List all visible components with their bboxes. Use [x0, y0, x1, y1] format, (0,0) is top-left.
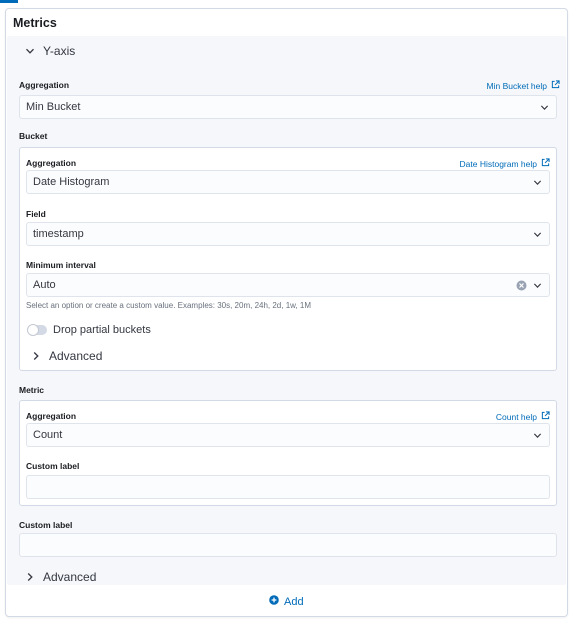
chevron-down-icon: [532, 229, 543, 240]
plus-in-circle-icon: [269, 595, 279, 608]
bucket-advanced-label: Advanced: [49, 349, 103, 363]
y-axis-toggle[interactable]: Y-axis: [23, 44, 75, 58]
metric-title: Metric: [19, 385, 45, 395]
interval-hint: Select an option or create a custom valu…: [26, 301, 312, 310]
external-link-icon: [541, 158, 550, 169]
bucket-title: Bucket: [19, 131, 48, 141]
bucket-subpanel: Aggregation Date Histogram help Date His…: [19, 147, 557, 371]
chevron-down-icon: [539, 102, 550, 113]
bucket-aggregation-label: Aggregation: [26, 158, 77, 168]
aggregation-label: Aggregation: [19, 80, 70, 90]
chevron-down-icon: [532, 430, 543, 441]
bucket-aggregation-select[interactable]: Date Histogram: [26, 170, 550, 194]
y-axis-label: Y-axis: [43, 44, 76, 58]
help-link-label: Date Histogram help: [459, 158, 537, 169]
min-bucket-help-link[interactable]: Min Bucket help: [487, 80, 560, 91]
bucket-aggregation-value: Date Histogram: [33, 176, 110, 188]
minimum-interval-label: Minimum interval: [26, 260, 96, 270]
external-link-icon: [551, 80, 560, 91]
add-button-label: Add: [284, 595, 304, 608]
minimum-interval-combobox[interactable]: Auto: [26, 273, 550, 297]
aggregation-select-value: Min Bucket: [26, 101, 81, 113]
panel-title: Metrics: [13, 16, 57, 30]
date-histogram-help-link[interactable]: Date Histogram help: [460, 158, 550, 169]
chevron-down-icon: [532, 177, 543, 188]
metric-aggregation-label: Aggregation: [26, 411, 77, 421]
chevron-right-icon: [29, 349, 43, 363]
clear-icon[interactable]: [516, 280, 527, 291]
metric-aggregation-select[interactable]: Count: [26, 423, 550, 447]
metric-custom-label-input[interactable]: [26, 475, 550, 499]
bucket-advanced-toggle[interactable]: Advanced: [29, 349, 102, 363]
aggregation-select[interactable]: Min Bucket: [19, 95, 557, 119]
chevron-right-icon: [23, 570, 37, 584]
field-select-value: timestamp: [33, 228, 84, 240]
chevron-down-icon: [532, 280, 543, 291]
drop-partial-buckets-label: Drop partial buckets: [53, 324, 151, 336]
drop-partial-buckets-switch[interactable]: [27, 324, 47, 336]
metric-aggregation-value: Count: [33, 429, 63, 441]
custom-label-label: Custom label: [19, 520, 73, 530]
add-button[interactable]: Add: [269, 595, 304, 608]
switch-knob: [27, 324, 39, 336]
chevron-down-icon: [23, 44, 37, 58]
count-help-link[interactable]: Count help: [496, 411, 550, 422]
help-link-label: Min Bucket help: [486, 80, 547, 91]
custom-label-input[interactable]: [19, 533, 557, 557]
metric-custom-label-label: Custom label: [26, 461, 80, 471]
external-link-icon: [541, 411, 550, 422]
field-select[interactable]: timestamp: [26, 222, 550, 246]
minimum-interval-value: Auto: [33, 279, 56, 291]
metrics-panel: Metrics Y-axis Aggregation Min Bucket he…: [5, 8, 568, 617]
top-accent-bar: [0, 0, 18, 3]
advanced-toggle[interactable]: Advanced: [23, 570, 96, 584]
y-axis-aggregation-box: Y-axis Aggregation Min Bucket help Min B…: [7, 36, 566, 585]
help-link-label: Count help: [495, 411, 537, 422]
advanced-label: Advanced: [43, 570, 97, 584]
field-label: Field: [26, 209, 46, 219]
metric-subpanel: Aggregation Count help Count Custom labe…: [19, 400, 557, 506]
